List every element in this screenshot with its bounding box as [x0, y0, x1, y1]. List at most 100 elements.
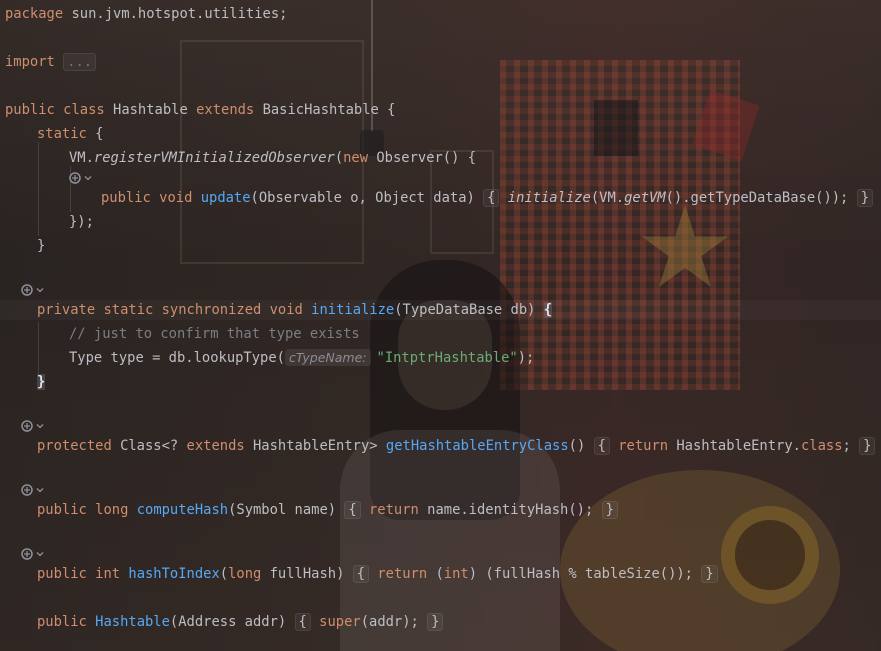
gutter-marker[interactable]: [20, 482, 44, 498]
code-text: (: [427, 566, 444, 582]
keyword: public: [37, 502, 87, 518]
code-line-compute-hash[interactable]: public long computeHash(Symbol name) { r…: [37, 500, 618, 520]
code-line-static[interactable]: static {: [37, 124, 103, 144]
params: (): [568, 438, 586, 454]
fold-brace-open[interactable]: {: [294, 613, 311, 631]
indent-guide: [38, 142, 39, 236]
keyword: public: [5, 102, 55, 118]
code-text: Type type = db.lookupType(: [69, 350, 285, 366]
keyword: void: [269, 302, 303, 318]
args: ().getTypeDataBase());: [665, 190, 849, 206]
folded-imports[interactable]: ...: [63, 53, 97, 71]
fold-brace-close[interactable]: }: [859, 437, 876, 455]
fold-brace-open[interactable]: {: [593, 437, 610, 455]
method-name: initialize: [311, 302, 395, 318]
chevron-down-icon: [36, 552, 44, 557]
keyword: static: [103, 302, 154, 318]
keyword: long: [228, 566, 262, 582]
code-line-hash-to-index[interactable]: public int hashToIndex(long fullHash) { …: [37, 564, 718, 584]
constructor-name: Hashtable: [95, 614, 170, 630]
indent-guide: [38, 322, 39, 374]
keyword: extends: [186, 438, 245, 454]
keyword: public: [37, 566, 87, 582]
fold-brace-open[interactable]: {: [352, 565, 370, 583]
fold-brace-open[interactable]: {: [344, 501, 361, 519]
identifier: VM.: [69, 150, 94, 166]
paren: (: [334, 150, 344, 166]
params: (Address addr): [169, 614, 287, 630]
code-line-package[interactable]: package sun.jvm.hotspot.utilities;: [5, 4, 287, 24]
indent-guide: [70, 166, 71, 212]
keyword: long: [95, 502, 129, 518]
method-name: update: [200, 190, 251, 206]
class-name: Hashtable: [113, 102, 188, 118]
fold-brace-close[interactable]: }: [427, 613, 444, 631]
code-text: name.identityHash();: [418, 502, 594, 518]
code-text: );: [517, 350, 535, 366]
fold-brace-open[interactable]: {: [483, 189, 500, 207]
keyword: int: [95, 566, 121, 582]
keyword: protected: [37, 438, 112, 454]
comment: // just to confirm that type exists: [69, 326, 360, 342]
code-line-class-decl[interactable]: public class Hashtable extends BasicHash…: [5, 100, 395, 120]
gutter-marker[interactable]: [68, 170, 92, 186]
keyword: super: [319, 614, 361, 630]
gutter-marker[interactable]: [20, 418, 44, 434]
params: (Observable o, Object data): [250, 190, 475, 206]
base-class: BasicHashtable: [262, 102, 379, 118]
keyword: class: [800, 438, 843, 454]
code-text: (addr);: [360, 614, 419, 630]
method-call: initialize: [507, 190, 591, 206]
keyword: void: [159, 190, 193, 206]
code-line-close[interactable]: }: [37, 372, 46, 392]
keyword: extends: [196, 102, 255, 118]
fold-brace-close[interactable]: }: [601, 501, 618, 519]
type: Class<?: [111, 438, 187, 454]
package-name: sun.jvm.hotspot.utilities;: [63, 6, 288, 22]
keyword: static: [37, 126, 87, 142]
args: (VM.: [590, 190, 625, 206]
gutter-marker[interactable]: [20, 282, 44, 298]
code-text: }: [37, 238, 46, 254]
identifier: Observer() {: [368, 150, 477, 166]
override-icon: [21, 284, 33, 296]
chevron-down-icon: [84, 176, 92, 181]
code-line-register[interactable]: VM.registerVMInitializedObserver(new Obs…: [69, 148, 476, 168]
brace: {: [95, 126, 104, 142]
code-line-import[interactable]: import ...: [5, 52, 97, 72]
code-line-update[interactable]: public void update(Observable o, Object …: [101, 188, 873, 208]
keyword: return: [377, 566, 428, 582]
method-name: hashToIndex: [128, 566, 220, 582]
matched-brace: {: [543, 302, 553, 318]
code-line-constructor[interactable]: public Hashtable(Address addr) { super(a…: [37, 612, 444, 632]
keyword: public: [101, 190, 151, 206]
keyword: class: [63, 102, 105, 118]
override-icon: [21, 548, 33, 560]
static-method: registerVMInitializedObserver: [93, 150, 335, 166]
code-line-close[interactable]: }: [37, 236, 45, 256]
code-line-entry-class[interactable]: protected Class<? extends HashtableEntry…: [37, 436, 876, 456]
matched-brace: }: [37, 374, 46, 390]
static-method: getVM: [624, 190, 666, 206]
override-icon: [21, 484, 33, 496]
params: (Symbol name): [228, 502, 337, 518]
fold-brace-close[interactable]: }: [856, 189, 873, 207]
params: fullHash): [261, 566, 345, 582]
code-line-initialize-decl[interactable]: private static synchronized void initial…: [37, 300, 553, 320]
keyword: synchronized: [161, 302, 262, 318]
keyword: package: [5, 6, 64, 22]
code-line-close[interactable]: });: [69, 212, 94, 232]
code-editor[interactable]: package sun.jvm.hotspot.utilities; impor…: [0, 0, 881, 651]
keyword: import: [5, 54, 55, 70]
code-line-comment[interactable]: // just to confirm that type exists: [69, 324, 360, 344]
params: (: [219, 566, 229, 582]
fold-brace-close[interactable]: }: [701, 565, 718, 583]
keyword: public: [37, 614, 87, 630]
code-text: HashtableEntry.: [668, 438, 801, 454]
string-literal: "IntptrHashtable": [376, 350, 518, 366]
code-line-lookup[interactable]: Type type = db.lookupType(cTypeName: "Int…: [69, 348, 534, 368]
method-name: getHashtableEntryClass: [385, 438, 569, 454]
brace: {: [387, 102, 396, 118]
gutter-marker[interactable]: [20, 546, 44, 562]
parameter-hint: cTypeName:: [284, 349, 371, 366]
